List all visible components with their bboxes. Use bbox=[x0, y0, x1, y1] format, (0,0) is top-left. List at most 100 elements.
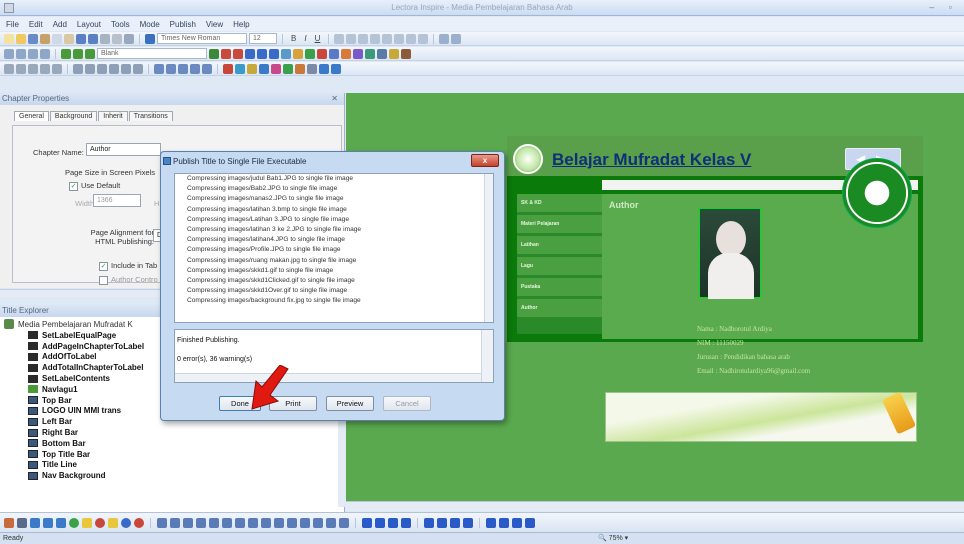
align-icon[interactable] bbox=[4, 63, 14, 74]
send-back-icon[interactable] bbox=[85, 63, 95, 74]
star-icon[interactable] bbox=[108, 517, 118, 528]
u-turn-arrow-icon[interactable] bbox=[261, 517, 271, 528]
zoom-level[interactable]: 🔍 75% ▾ bbox=[598, 533, 628, 544]
bold-button[interactable]: B bbox=[291, 34, 296, 43]
font-size-select[interactable]: 12 bbox=[249, 33, 277, 44]
menu-object-icon[interactable] bbox=[401, 48, 411, 59]
undo-icon[interactable] bbox=[76, 33, 86, 44]
checkbox-icon[interactable] bbox=[365, 48, 375, 59]
layout-select[interactable]: Blank bbox=[97, 48, 207, 59]
tab-background[interactable]: Background bbox=[49, 111, 98, 121]
tree-item[interactable]: Title Line bbox=[28, 460, 358, 471]
canvas-scrollbar[interactable] bbox=[346, 501, 964, 511]
nav-first-icon[interactable] bbox=[424, 517, 434, 528]
camtasia-icon[interactable] bbox=[319, 63, 329, 74]
app-icon[interactable] bbox=[4, 3, 14, 13]
drop-list-icon[interactable] bbox=[190, 63, 200, 74]
layout-icon[interactable] bbox=[40, 48, 50, 59]
audio-icon[interactable] bbox=[233, 48, 243, 59]
radio-group-icon[interactable] bbox=[353, 48, 363, 59]
snagit-icon[interactable] bbox=[331, 63, 341, 74]
banner-icon[interactable] bbox=[486, 517, 496, 528]
nav-prev-icon[interactable] bbox=[437, 517, 447, 528]
triangle-up-icon[interactable] bbox=[362, 517, 372, 528]
dialog-close-button[interactable]: x bbox=[471, 154, 499, 167]
flag-icon[interactable] bbox=[499, 517, 509, 528]
lock-icon[interactable] bbox=[121, 63, 131, 74]
double-arrow-icon[interactable] bbox=[43, 517, 53, 528]
size-icon[interactable] bbox=[28, 63, 38, 74]
line-color-icon[interactable] bbox=[439, 33, 450, 44]
tree-item[interactable]: Bottom Bar bbox=[28, 438, 358, 449]
log-scrollbar[interactable] bbox=[484, 174, 493, 322]
cut-icon[interactable] bbox=[40, 33, 50, 44]
menu-publish[interactable]: Publish bbox=[170, 20, 196, 29]
find-icon[interactable] bbox=[100, 33, 110, 44]
page-icon[interactable] bbox=[85, 48, 95, 59]
preview-icon[interactable] bbox=[124, 33, 134, 44]
tree-item[interactable]: Right Bar bbox=[28, 427, 358, 438]
pointer-icon[interactable] bbox=[4, 517, 14, 528]
italic-button[interactable]: I bbox=[304, 34, 306, 43]
progress-icon[interactable] bbox=[389, 48, 399, 59]
bullets-icon[interactable] bbox=[382, 33, 393, 44]
preview-button[interactable]: Preview bbox=[326, 396, 374, 411]
nav-last-icon[interactable] bbox=[463, 517, 473, 528]
flash-icon[interactable] bbox=[223, 63, 233, 74]
grid-icon[interactable] bbox=[4, 48, 14, 59]
status-vscroll[interactable] bbox=[481, 330, 493, 382]
numbering-icon[interactable] bbox=[394, 33, 405, 44]
menu-tools[interactable]: Tools bbox=[111, 20, 130, 29]
menu-view[interactable]: View bbox=[206, 20, 223, 29]
chart-icon[interactable] bbox=[202, 63, 212, 74]
redo-icon[interactable] bbox=[88, 33, 98, 44]
width-field[interactable]: 1366 bbox=[93, 194, 141, 207]
tree-item[interactable]: Nav Background bbox=[28, 470, 358, 481]
group-icon[interactable] bbox=[40, 63, 50, 74]
copy-icon[interactable] bbox=[52, 33, 62, 44]
circular-arrow-icon[interactable] bbox=[287, 517, 297, 528]
bent-arrow-icon[interactable] bbox=[248, 517, 258, 528]
table-icon[interactable] bbox=[16, 48, 26, 59]
video-icon[interactable] bbox=[245, 48, 255, 59]
text-style-icon[interactable] bbox=[145, 33, 155, 44]
ribbon-icon[interactable] bbox=[512, 517, 522, 528]
menu-mode[interactable]: Mode bbox=[140, 20, 160, 29]
game-icon[interactable] bbox=[283, 63, 293, 74]
menu-help[interactable]: Help bbox=[233, 20, 249, 29]
striped-arrow-icon[interactable] bbox=[300, 517, 310, 528]
paste-icon[interactable] bbox=[64, 33, 74, 44]
nav-pustaka[interactable]: Pustaka bbox=[517, 278, 602, 296]
notched-arrow-icon[interactable] bbox=[313, 517, 323, 528]
rectangle-icon[interactable] bbox=[56, 517, 66, 528]
spell-icon[interactable] bbox=[112, 33, 122, 44]
list-icon[interactable] bbox=[377, 48, 387, 59]
right-arrow-shape-icon[interactable] bbox=[170, 517, 180, 528]
publish-status[interactable]: Finished Publishing. 0 error(s), 36 warn… bbox=[174, 329, 494, 383]
blue-circle-icon[interactable] bbox=[121, 517, 131, 528]
equation-icon[interactable] bbox=[271, 63, 281, 74]
left-arrow-shape-icon[interactable] bbox=[157, 517, 167, 528]
use-default-option[interactable]: ✓ Use Default bbox=[69, 181, 120, 191]
font-family-select[interactable]: Times New Roman bbox=[157, 33, 247, 44]
button-icon[interactable] bbox=[281, 48, 291, 59]
menu-layout[interactable]: Layout bbox=[77, 20, 101, 29]
chapter-icon[interactable] bbox=[61, 48, 71, 59]
chevron-icon[interactable] bbox=[326, 517, 336, 528]
pentagon-arrow-icon[interactable] bbox=[339, 517, 349, 528]
use-default-checkbox[interactable]: ✓ bbox=[69, 181, 78, 191]
justify-icon[interactable] bbox=[370, 33, 381, 44]
window-controls[interactable]: – ▫ bbox=[929, 2, 958, 12]
align-left-icon[interactable] bbox=[334, 33, 345, 44]
radio-icon[interactable] bbox=[166, 63, 176, 74]
new-icon[interactable] bbox=[4, 33, 14, 44]
nav-lagu[interactable]: Lagu bbox=[517, 257, 602, 275]
line-icon[interactable] bbox=[17, 517, 27, 528]
form-icon[interactable] bbox=[329, 48, 339, 59]
forward-icon[interactable] bbox=[97, 63, 107, 74]
test-icon[interactable] bbox=[293, 48, 303, 59]
menu-edit[interactable]: Edit bbox=[29, 20, 43, 29]
circle-icon[interactable] bbox=[95, 517, 105, 528]
align-right-icon[interactable] bbox=[358, 33, 369, 44]
ungroup-icon[interactable] bbox=[52, 63, 62, 74]
